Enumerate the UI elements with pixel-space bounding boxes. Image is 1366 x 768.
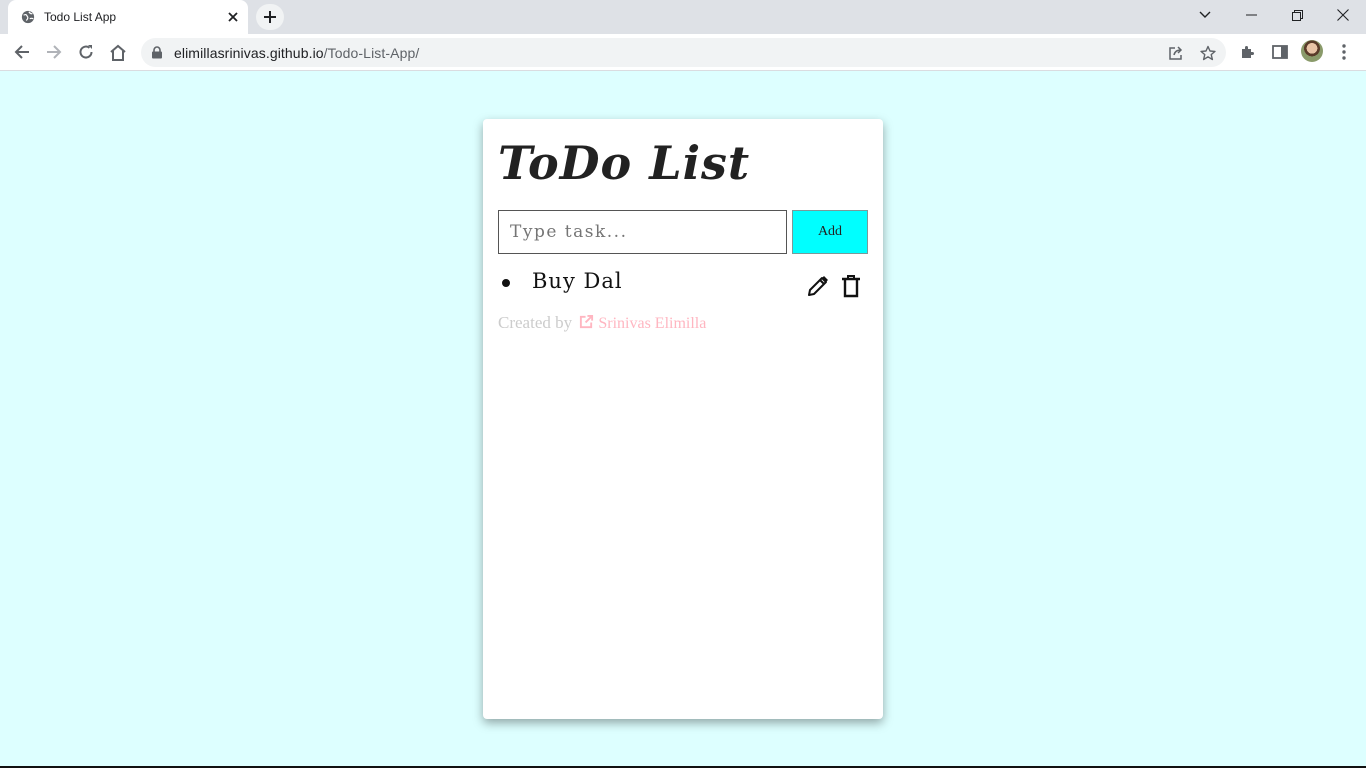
bookmark-button[interactable] [1199, 44, 1217, 62]
extensions-button[interactable] [1238, 42, 1258, 62]
profile-avatar[interactable] [1301, 40, 1323, 62]
reload-icon [79, 45, 93, 59]
menu-button[interactable] [1334, 42, 1354, 62]
credits: Created by Srinivas Elimilla [498, 313, 706, 333]
bullet-icon [502, 279, 510, 287]
plus-icon [264, 11, 276, 23]
home-icon [110, 44, 126, 61]
restore-icon [1291, 9, 1303, 21]
tab-title: Todo List App [44, 10, 117, 24]
external-link-icon [580, 314, 594, 329]
close-window-button[interactable] [1320, 0, 1366, 30]
kebab-menu-icon [1342, 44, 1346, 60]
new-tab-button[interactable] [256, 4, 284, 30]
extensions-icon [1242, 46, 1254, 58]
address-bar[interactable]: elimillasrinivas.github.io/Todo-List-App… [141, 38, 1226, 67]
task-input[interactable] [498, 210, 787, 254]
author-name: Srinivas Elimilla [598, 315, 707, 332]
chevron-down-icon [1199, 11, 1211, 18]
tab-search-button[interactable] [1182, 0, 1228, 30]
back-button[interactable] [12, 42, 32, 62]
task-label: Buy Dal [532, 269, 623, 293]
tab-strip: Todo List App [0, 0, 1366, 34]
minimize-button[interactable] [1228, 0, 1274, 30]
browser-toolbar: elimillasrinivas.github.io/Todo-List-App… [0, 34, 1366, 71]
share-icon [1169, 46, 1183, 60]
share-button[interactable] [1167, 44, 1185, 62]
page-title: ToDo List [498, 136, 751, 190]
back-icon [14, 45, 29, 59]
globe-icon [21, 10, 35, 24]
side-panel-button[interactable] [1270, 42, 1290, 62]
url-host: elimillasrinivas.github.io [174, 45, 324, 61]
browser-tab[interactable]: Todo List App [8, 0, 248, 34]
trash-icon[interactable] [840, 274, 862, 298]
star-icon [1200, 45, 1216, 61]
url-path: /Todo-List-App/ [323, 45, 420, 61]
close-icon[interactable] [225, 9, 241, 25]
list-item: Buy Dal [498, 267, 868, 301]
forward-icon [47, 45, 62, 59]
pencil-icon[interactable] [806, 274, 830, 298]
forward-button[interactable] [44, 42, 64, 62]
home-button[interactable] [108, 42, 128, 62]
credits-prefix: Created by [498, 313, 573, 332]
author-link[interactable]: Srinivas Elimilla [576, 314, 707, 332]
side-panel-icon [1272, 45, 1288, 59]
lock-icon [152, 46, 162, 59]
restore-button[interactable] [1274, 0, 1320, 30]
add-button[interactable]: Add [792, 210, 868, 254]
reload-button[interactable] [76, 42, 96, 62]
todo-card: ToDo List Add Buy Dal Created by Sriniva… [483, 119, 883, 719]
url-text: elimillasrinivas.github.io/Todo-List-App… [174, 45, 419, 61]
minimize-icon [1245, 14, 1257, 16]
close-icon [1337, 9, 1349, 21]
